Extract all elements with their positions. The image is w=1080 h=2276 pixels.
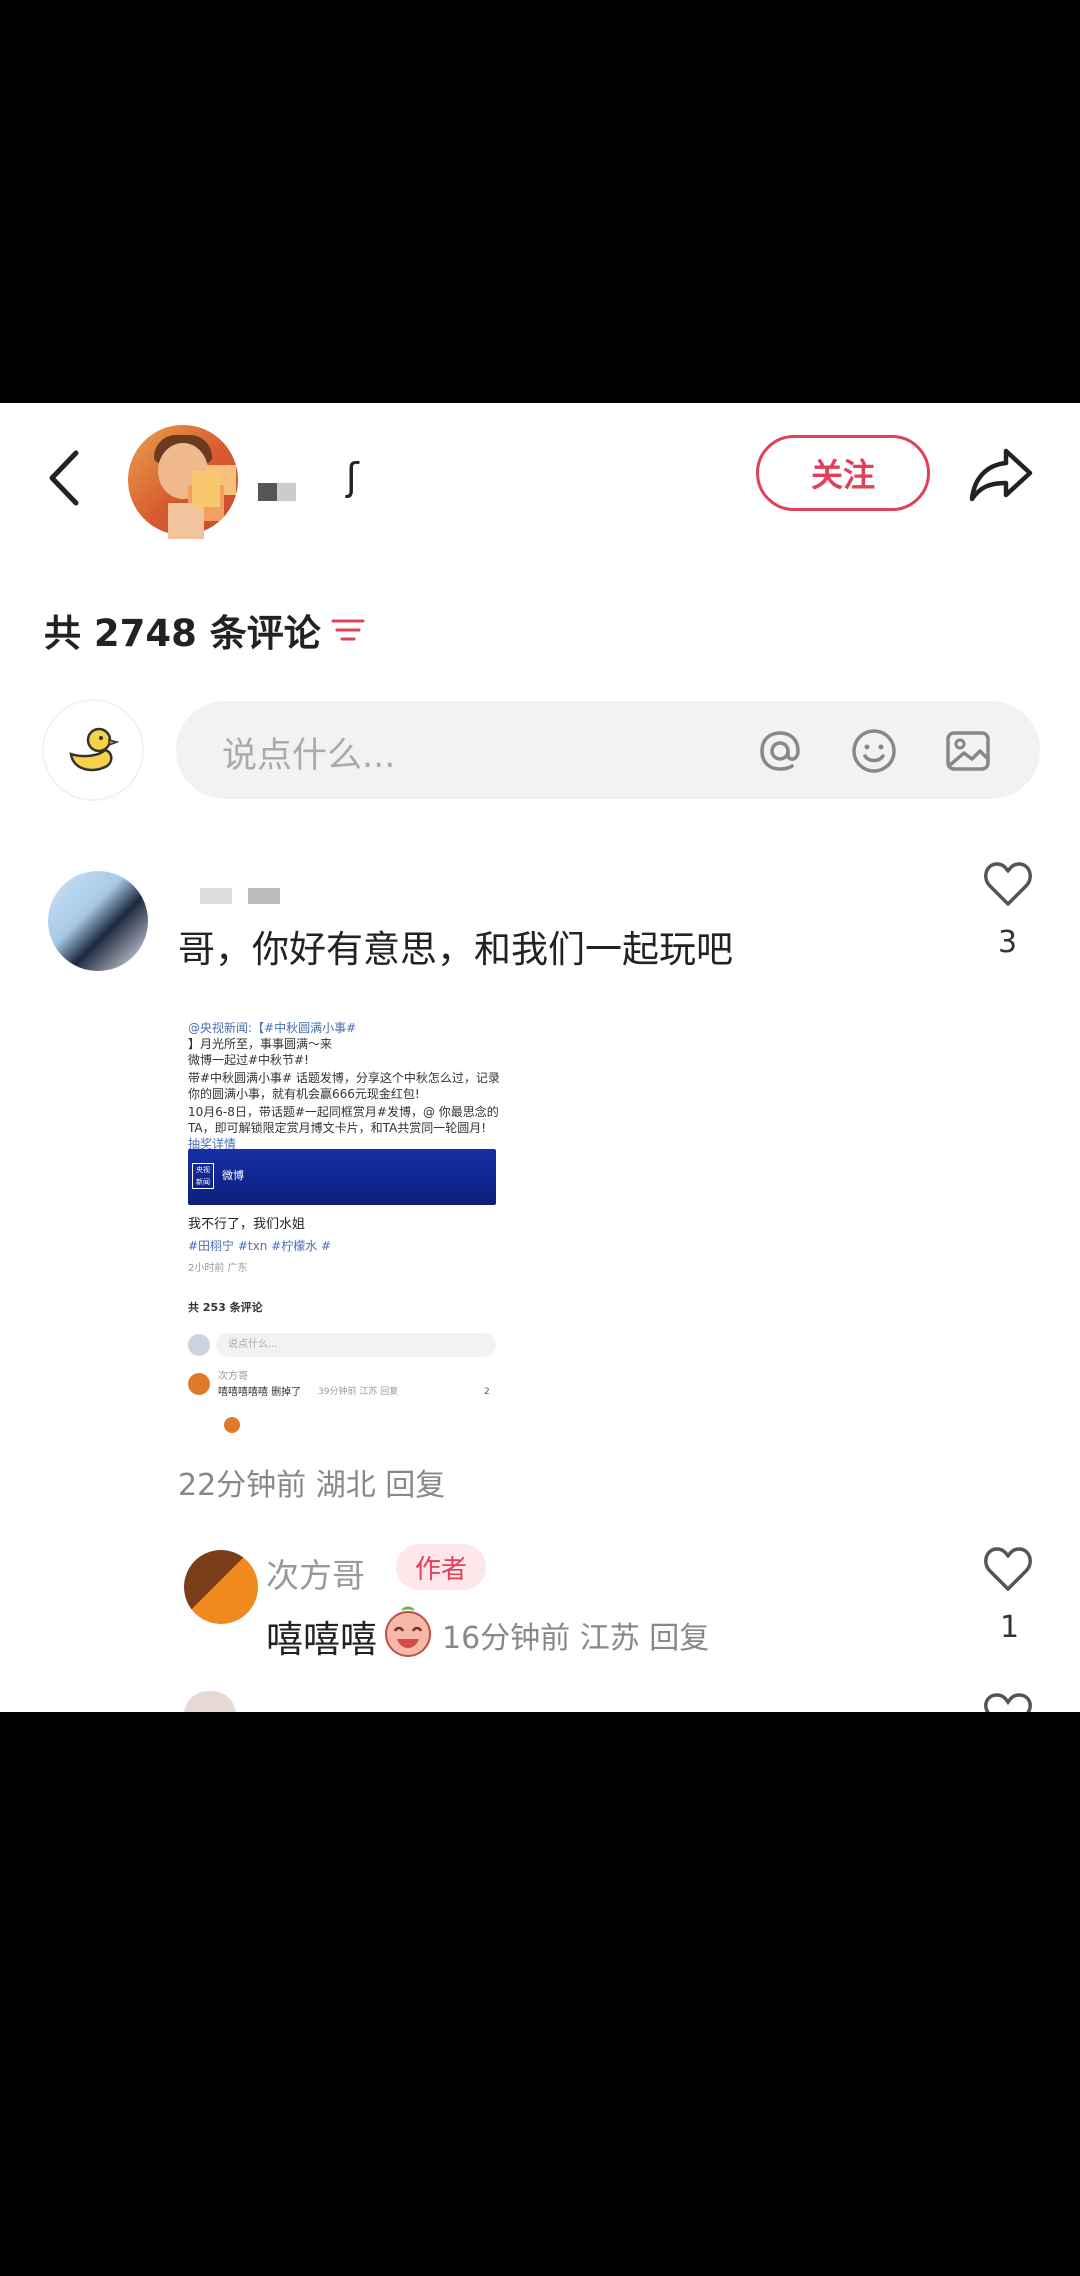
share-button[interactable] — [966, 443, 1036, 503]
shot-avatar — [188, 1334, 210, 1356]
author-name-fragment: ʃ — [346, 455, 359, 499]
author-badge: 作者 — [396, 1544, 486, 1590]
heart-icon[interactable] — [982, 1545, 1034, 1593]
shot-post-text: 我不行了，我们水姐 — [188, 1217, 306, 1232]
comment-text: 哥，你好有意思，和我们一起玩吧 — [178, 928, 733, 971]
my-avatar[interactable] — [44, 701, 142, 799]
shot-line: 】月光所至，事事圆满～来 — [188, 1037, 333, 1051]
heart-icon[interactable] — [982, 1693, 1034, 1712]
shot-banner-logo: 微博 — [222, 1169, 244, 1182]
shot-count: 共 253 条评论 — [188, 1301, 263, 1314]
shot-line: 带#中秋圆满小事# 话题发博，分享这个中秋怎么过，记录 — [188, 1071, 500, 1085]
shot-reply-likes: 2 — [484, 1387, 490, 1397]
shot-post-tags: #田栩宁 #txn #柠檬水 # — [188, 1239, 332, 1253]
reply-meta[interactable]: 16分钟前 江苏 回复 — [442, 1613, 709, 1657]
shot-reply-text: 嘻嘻嘻嘻嘻 删掉了 — [218, 1387, 302, 1398]
at-icon[interactable] — [754, 725, 806, 777]
shot-line: TA，即可解锁限定赏月博文卡片，和TA共赏同一轮圆月! — [188, 1121, 487, 1135]
shot-post-meta: 2小时前 广东 — [188, 1263, 248, 1274]
author-name-blurred — [258, 483, 296, 501]
reply-author-name: 次方哥 — [266, 1556, 365, 1595]
shot-banner-tag: 央视新闻 — [192, 1163, 214, 1189]
comment-image[interactable]: @央视新闻:【#中秋圆满小事# 】月光所至，事事圆满～来 微博一起过#中秋节#!… — [180, 993, 512, 1438]
filter-lines-icon[interactable] — [331, 615, 365, 645]
shot-line: 10月6-8日，带话题#一起同框赏月#发博，@ 你最思念的 — [188, 1105, 499, 1119]
avatar-mosaic — [192, 471, 220, 507]
comment-input-placeholder: 说点什么... — [222, 736, 396, 776]
shot-avatar — [188, 1373, 210, 1395]
shot-input: 说点什么... — [216, 1333, 496, 1357]
avatar-mosaic — [168, 503, 204, 539]
laughing-sticker-icon — [385, 1606, 431, 1657]
shot-reply-meta: 39分钟前 江苏 回复 — [318, 1387, 399, 1397]
chevron-left-icon — [49, 450, 79, 506]
comment-input[interactable]: 说点什么... — [176, 701, 1040, 799]
comment-like-count: 3 — [998, 925, 1018, 960]
shot-line: 你的圆满小事，就有机会赢666元现金红包! — [188, 1087, 420, 1101]
shot-banner: 央视新闻 微博 — [188, 1149, 496, 1205]
follow-button[interactable]: 关注 — [756, 435, 930, 511]
reply-text: 嘻嘻嘻 — [266, 1618, 377, 1661]
share-arrow-icon — [969, 448, 1033, 502]
emoji-icon[interactable] — [848, 725, 900, 777]
shot-line: @央视新闻:【#中秋圆满小事# — [188, 1021, 357, 1035]
shot-avatar — [224, 1417, 240, 1433]
commenter-name-blurred — [200, 888, 280, 904]
comments-screen: ʃ 关注 共 2748 条评论 说点什么... 哥，你好有意思，和我们一起玩吧 … — [0, 403, 1080, 1712]
next-comment-avatar[interactable] — [184, 1691, 236, 1712]
comment-meta[interactable]: 22分钟前 湖北 回复 — [178, 1460, 445, 1504]
comment-count-row[interactable]: 共 2748 条评论 — [44, 603, 365, 657]
shot-line: 微博一起过#中秋节#! — [188, 1053, 309, 1067]
reply-like-count: 1 — [1000, 1610, 1020, 1645]
reply-avatar[interactable] — [184, 1550, 258, 1624]
commenter-avatar[interactable] — [48, 871, 148, 971]
shot-reply-name: 次方哥 — [218, 1371, 248, 1382]
image-icon[interactable] — [942, 725, 994, 777]
back-button[interactable] — [40, 443, 90, 513]
duck-icon — [69, 727, 120, 772]
heart-icon[interactable] — [982, 860, 1034, 908]
comment-count: 共 2748 条评论 — [44, 612, 321, 655]
